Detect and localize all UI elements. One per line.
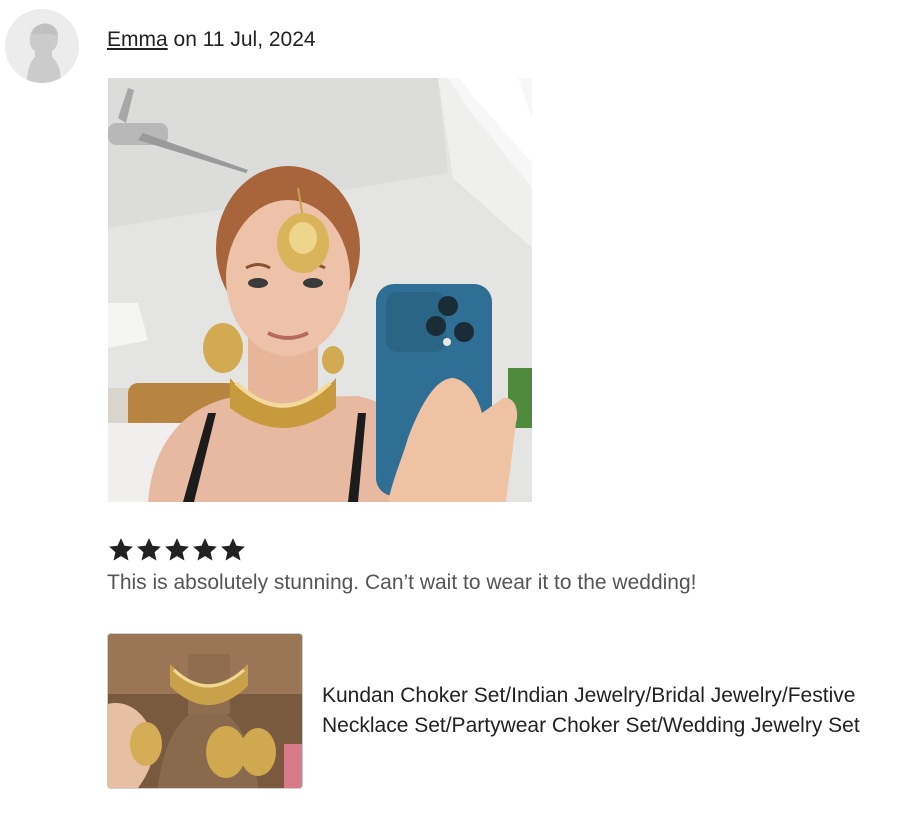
product-thumbnail[interactable]: [107, 632, 303, 789]
review-date: on 11 Jul, 2024: [173, 28, 316, 51]
review-text: This is absolutely stunning. Can’t wait …: [107, 571, 697, 594]
product-thumbnail-image: [108, 633, 302, 788]
review-photo-image: [108, 78, 532, 502]
star-icon: [165, 538, 189, 561]
review-photo[interactable]: [108, 78, 532, 502]
review-card: Emma on 11 Jul, 2024 This is absolutely …: [0, 0, 921, 833]
star-icon: [137, 538, 161, 561]
product-title[interactable]: Kundan Choker Set/Indian Jewelry/Bridal …: [322, 681, 882, 741]
user-silhouette-icon: [5, 9, 79, 83]
star-icon: [109, 538, 133, 561]
avatar: [5, 9, 79, 83]
star-icon: [193, 538, 217, 561]
author-link[interactable]: Emma: [107, 28, 168, 51]
review-header: Emma on 11 Jul, 2024: [107, 28, 316, 52]
rating-stars: [107, 535, 247, 565]
product-link[interactable]: Kundan Choker Set/Indian Jewelry/Bridal …: [107, 632, 887, 789]
star-icon: [221, 538, 245, 561]
